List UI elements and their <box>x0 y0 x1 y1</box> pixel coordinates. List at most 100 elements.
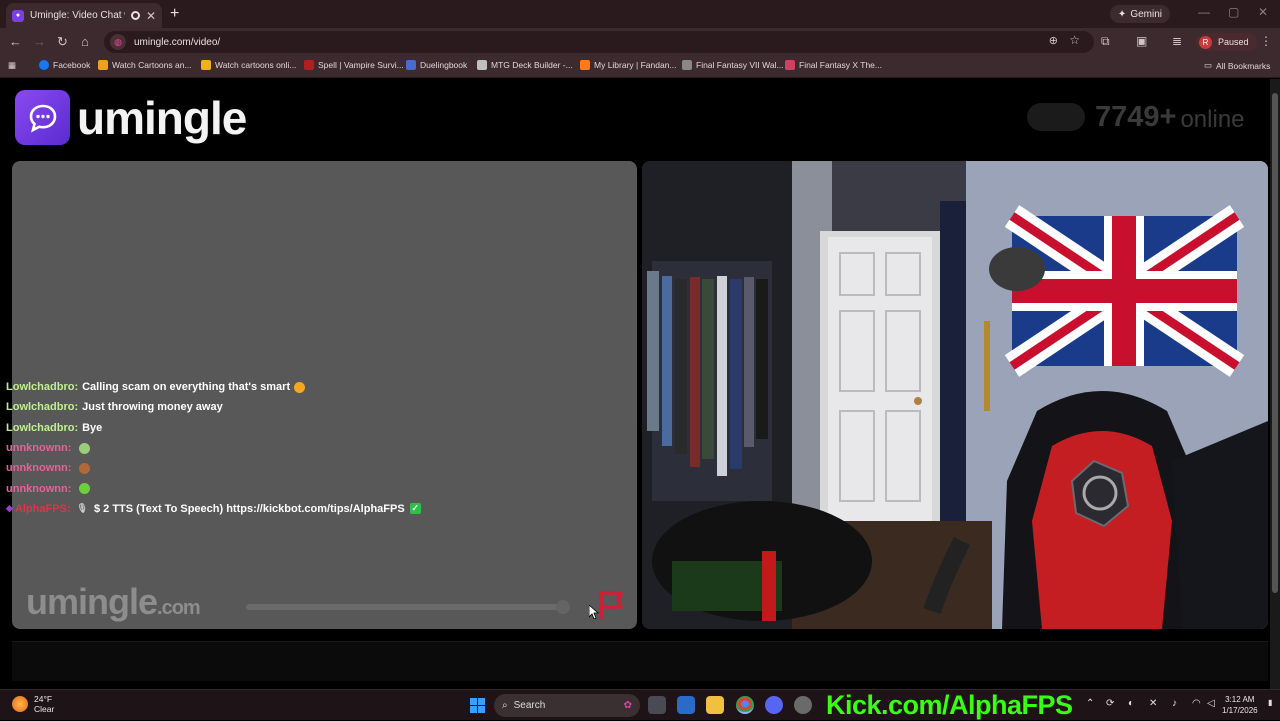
emoji-icon <box>79 462 91 474</box>
discord-icon[interactable] <box>765 696 783 714</box>
store-icon[interactable] <box>677 696 695 714</box>
tab-title: Umingle: Video Chat with S <box>30 10 125 21</box>
bookmark-item[interactable]: Watch Cartoons an... <box>98 60 192 70</box>
forward-arrow-icon[interactable]: → <box>33 34 46 49</box>
tab-close-icon[interactable]: ✕ <box>146 9 156 23</box>
settings-gear-icon[interactable] <box>794 696 812 714</box>
bookmark-favicon-icon <box>201 60 211 70</box>
bookmark-favicon-icon <box>98 60 108 70</box>
webcam-feed-image <box>642 161 1268 629</box>
back-arrow-icon[interactable]: ← <box>9 34 22 49</box>
scrollbar-thumb[interactable] <box>1272 93 1278 593</box>
site-info-icon[interactable]: ◍ <box>110 34 126 50</box>
bookmark-item[interactable]: Final Fantasy VII Wal... <box>682 60 784 70</box>
online-label: online <box>1180 106 1245 133</box>
bookmark-favicon-icon <box>682 60 692 70</box>
tray-app-icon[interactable]: ◐ <box>1128 698 1134 709</box>
bookmark-favicon-icon <box>304 60 314 70</box>
microphone-tray-icon[interactable]: ♪ <box>1172 698 1177 709</box>
chat-input-bar[interactable] <box>12 641 1268 681</box>
online-toggle[interactable] <box>1027 103 1085 131</box>
volume-slider-knob[interactable] <box>556 600 570 614</box>
chat-text: Just throwing money away <box>82 401 223 414</box>
windows-taskbar: 24°F Clear ⌕ Search ✿ Kick.com/AlphaFPS … <box>0 689 1280 720</box>
bookmark-item[interactable]: My Library | Fandan... <box>580 60 677 70</box>
chevron-up-icon[interactable]: ⌃ <box>1086 698 1094 709</box>
search-icon: ⌕ <box>502 700 508 711</box>
zoom-icon[interactable]: ⊕ <box>1049 34 1058 47</box>
address-toolbar: ← → ↻ ⌂ ◍ umingle.com/video/ ⊕ ☆ ⧉ ▣ ≣ R… <box>0 28 1280 56</box>
window-close-icon[interactable]: ✕ <box>1258 5 1268 19</box>
maximize-icon[interactable]: ▢ <box>1228 5 1239 19</box>
system-clock[interactable]: 3:12 AM 1/17/2026 <box>1222 694 1258 716</box>
bookmark-star-icon[interactable]: ☆ <box>1069 33 1080 47</box>
temperature: 24°F <box>34 694 53 704</box>
profile-status: Paused <box>1218 37 1249 47</box>
bookmark-item[interactable]: Duelingbook <box>406 60 467 70</box>
bookmark-favicon-icon <box>406 60 416 70</box>
bookmark-item[interactable]: Watch cartoons onli... <box>201 60 296 70</box>
home-icon[interactable]: ⌂ <box>81 34 89 49</box>
microphone-icon: 🎙 <box>76 503 88 514</box>
split-view-icon[interactable]: ▣ <box>1136 34 1147 48</box>
reload-icon[interactable]: ↻ <box>57 34 68 50</box>
mute-icon[interactable]: ✕ <box>1149 698 1157 709</box>
report-flag-icon[interactable] <box>596 589 630 621</box>
chat-username: AlphaFPS: <box>14 502 71 515</box>
browser-menu-icon[interactable]: ⋮ <box>1260 34 1272 48</box>
address-bar[interactable]: ◍ umingle.com/video/ ⊕ ☆ <box>104 31 1094 53</box>
logo-text: umingle <box>77 91 247 144</box>
self-camera-panel <box>642 161 1268 629</box>
extensions-icon[interactable]: ⧉ <box>1101 34 1110 49</box>
folder-icon: ▭ <box>1204 60 1213 70</box>
chat-overlay: Lowlchadbro: Calling scam on everything … <box>6 377 421 519</box>
bookmark-item[interactable]: Spell | Vampire Survi... <box>304 60 404 70</box>
wifi-icon[interactable]: ◠ <box>1192 698 1201 709</box>
chat-username: unnknownn: <box>6 442 72 455</box>
facebook-icon <box>39 60 49 70</box>
browser-tab-bar: ● Umingle: Video Chat with S ✕ + ✦ Gemin… <box>0 0 1280 28</box>
minimize-icon[interactable]: — <box>1198 5 1210 19</box>
bookmark-item[interactable]: Final Fantasy X The... <box>785 60 882 70</box>
profile-avatar: R <box>1199 35 1212 49</box>
umingle-watermark: umingle.com <box>26 581 201 622</box>
clothes-rack <box>647 271 768 476</box>
chat-message: Lowlchadbro: Calling scam on everything … <box>6 377 421 397</box>
emoji-icon <box>79 442 91 454</box>
chrome-icon[interactable] <box>736 696 754 714</box>
taskbar-search[interactable]: ⌕ Search ✿ <box>494 694 640 717</box>
url-text: umingle.com/video/ <box>134 36 221 48</box>
notification-icon[interactable]: ▮ <box>1268 698 1272 707</box>
task-view-icon[interactable] <box>648 696 666 714</box>
emoji-icon <box>79 483 91 495</box>
umingle-logo[interactable]: umingle <box>15 90 247 145</box>
chat-message: unnknownn: <box>6 478 421 498</box>
union-jack-flag <box>1004 205 1245 377</box>
profile-button[interactable]: R Paused <box>1196 33 1257 51</box>
media-controls-icon[interactable]: ≣ <box>1172 34 1182 48</box>
file-explorer-icon[interactable] <box>706 696 724 714</box>
weather-widget[interactable]: 24°F Clear <box>12 694 54 714</box>
bookmarks-bar: ▦ Facebook Watch Cartoons an... Watch ca… <box>0 56 1280 78</box>
weather-condition: Clear <box>34 704 55 714</box>
volume-icon[interactable]: ◁ <box>1207 698 1215 709</box>
page-scrollbar[interactable] <box>1270 79 1280 689</box>
clock-time: 3:12 AM <box>1225 695 1255 704</box>
bookmark-item[interactable]: Facebook <box>39 60 90 70</box>
browser-tab[interactable]: ● Umingle: Video Chat with S ✕ <box>6 3 162 28</box>
online-counter: 7749+ online <box>1027 100 1245 134</box>
all-bookmarks-button[interactable]: ▭ All Bookmarks <box>1204 60 1270 71</box>
gemini-button[interactable]: ✦ Gemini <box>1109 5 1170 23</box>
gemini-label: Gemini <box>1130 8 1162 20</box>
chat-text: $ 2 TTS (Text To Speech) https://kickbot… <box>93 502 405 515</box>
apps-grid-icon[interactable]: ▦ <box>8 60 16 71</box>
search-highlight-icon: ✿ <box>623 700 632 711</box>
bookmark-item[interactable]: MTG Deck Builder -... <box>477 60 573 70</box>
chat-bubble-icon <box>15 90 70 145</box>
checkmark-icon: ✓ <box>409 503 421 515</box>
volume-slider[interactable] <box>246 600 570 614</box>
sync-icon[interactable]: ⟳ <box>1106 698 1114 709</box>
new-tab-button[interactable]: + <box>170 5 179 23</box>
chat-username: Lowlchadbro: <box>6 381 79 394</box>
windows-start-icon[interactable] <box>470 698 485 713</box>
